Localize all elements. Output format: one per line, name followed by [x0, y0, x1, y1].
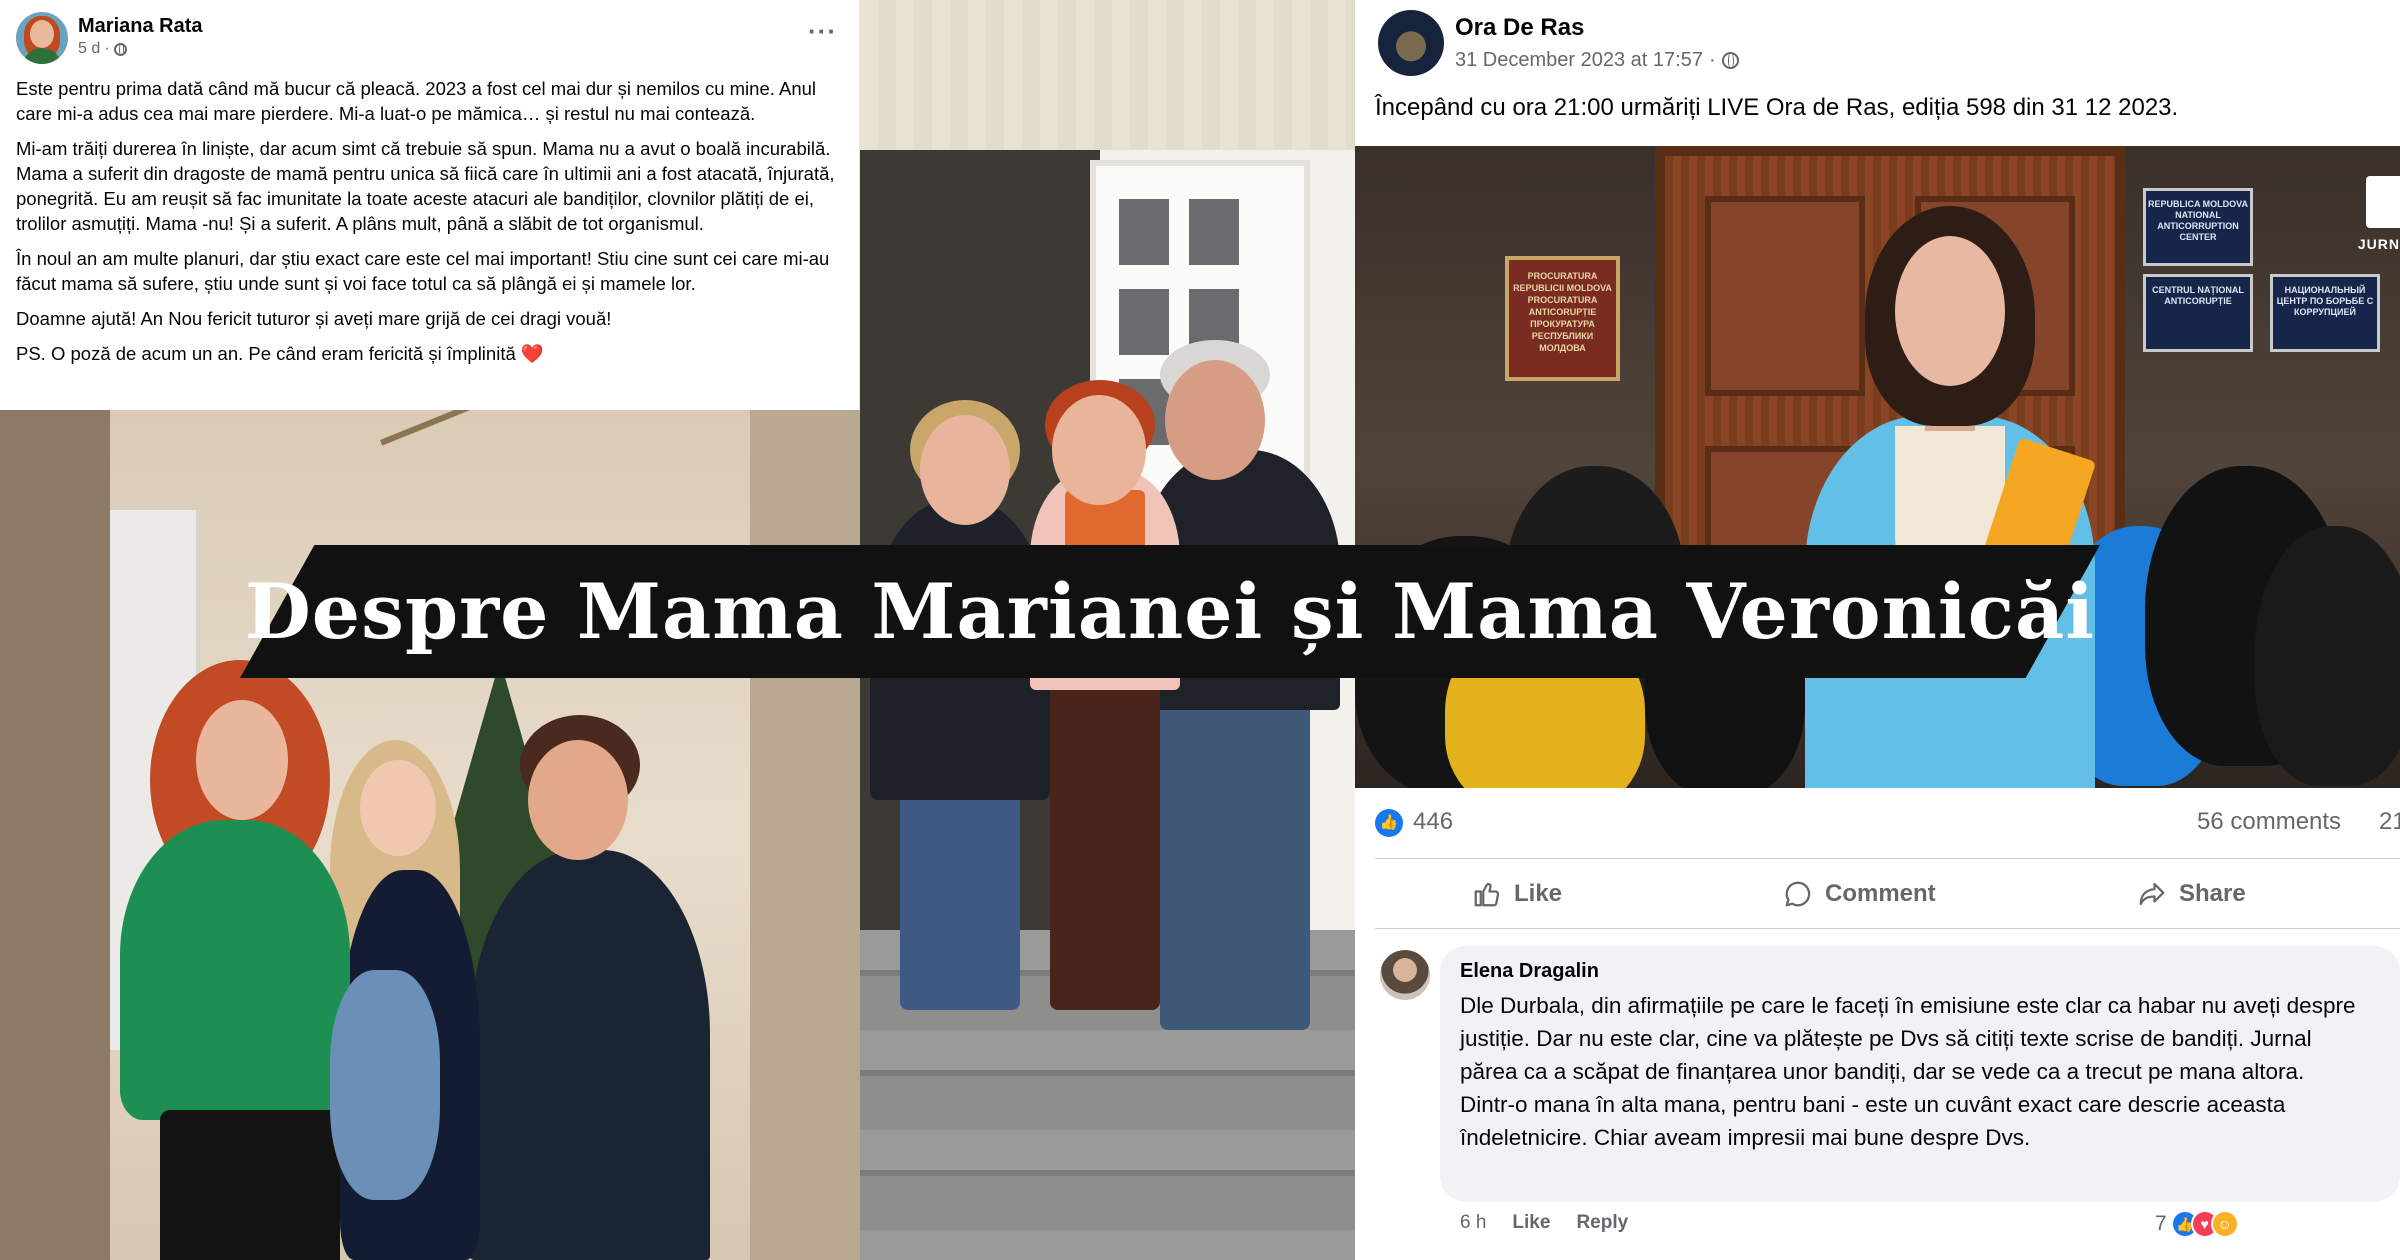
comment-icon [1785, 881, 1811, 907]
divider [1375, 928, 2400, 929]
post-body: Este pentru prima dată când mă bucur că … [16, 76, 846, 376]
like-label: Like [1514, 880, 1563, 907]
post-paragraph: Mi-am trăiți durerea în liniște, dar acu… [16, 138, 835, 234]
family-photo-christmas[interactable] [0, 410, 860, 1260]
jurnal-logo-icon [2366, 176, 2400, 228]
comment-time[interactable]: 6 h [1460, 1212, 1486, 1234]
post-image-anticorruption[interactable]: PROCURATURA REPUBLICII MOLDOVA PROCURATU… [1355, 146, 2400, 788]
post-meta: 5 d · [78, 40, 127, 58]
comment-meta: 6 h Like Reply [1460, 1212, 1628, 1234]
like-button[interactable]: Like [1472, 874, 1562, 914]
comment-button[interactable]: Comment [1783, 874, 1936, 914]
comment-author[interactable]: Elena Dragalin [1460, 960, 2380, 983]
comment-like-button[interactable]: Like [1512, 1212, 1550, 1234]
post-actions: Like Comment Share [1375, 866, 2400, 922]
comment-text: Dle Durbala, din afirmațiile pe care le … [1460, 993, 2356, 1150]
comment-reactions[interactable]: 7 👍 ♥ ☺ [2155, 1210, 2239, 1238]
plaque-procuratura: PROCURATURA REPUBLICII MOLDOVA PROCURATU… [1505, 256, 1620, 381]
comment-label: Comment [1825, 880, 1936, 907]
post-meta: 31 December 2023 at 17:57 · [1455, 49, 1739, 72]
globe-icon [113, 42, 127, 56]
heart-icon: ❤️ [520, 343, 544, 364]
haha-reaction-icon: ☺ [2210, 1210, 2239, 1238]
banner-title: Despre Mama Marianei și Mama Veronicăi [244, 567, 2096, 656]
plaque-cna: CENTRUL NAȚIONAL ANTICORUPȚIE [2143, 274, 2253, 352]
post-ps-text: PS. O poză de acum un an. Pe când eram f… [16, 343, 516, 364]
globe-icon [1721, 52, 1739, 69]
share-label: Share [2179, 880, 2246, 907]
plush-toy [330, 970, 440, 1200]
share-button[interactable]: Share [2137, 874, 2246, 914]
post-paragraph: Este pentru prima dată când mă bucur că … [16, 78, 817, 124]
facebook-post-mariana: Mariana Rata 5 d · ··· Este pentru prima… [0, 0, 860, 410]
logo-text: JURN [2357, 236, 2400, 252]
post-paragraph: Doamne ajută! An Nou fericit tuturor și … [16, 308, 612, 329]
plaque-cna-ru: НАЦИОНАЛЬНЫЙ ЦЕНТР ПО БОРЬБЕ С КОРРУПЦИЕ… [2270, 274, 2380, 352]
post-paragraph: PS. O poză de acum un an. Pe când eram f… [16, 341, 846, 366]
comment-reaction-count: 7 [2155, 1212, 2167, 1235]
post-timestamp[interactable]: 31 December 2023 at 17:57 [1455, 49, 1703, 72]
comment-count[interactable]: 56 comments [2197, 808, 2341, 836]
avatar[interactable] [1380, 950, 1430, 1000]
share-count[interactable]: 21 s [2379, 808, 2400, 836]
post-author[interactable]: Mariana Rata [78, 15, 203, 38]
post-text: Începând cu ora 21:00 urmăriți LIVE Ora … [1375, 94, 2179, 121]
post-stats: 👍 446 56 comments 21 s [1375, 806, 2400, 842]
like-reaction-icon: 👍 [1375, 809, 1403, 837]
comment-bubble: Elena Dragalin Dle Durbala, din afirmați… [1440, 946, 2400, 1202]
more-options-icon[interactable]: ··· [808, 16, 837, 47]
avatar[interactable] [1378, 10, 1444, 76]
thumbs-up-icon [1474, 883, 1500, 907]
plaque-nac: REPUBLICA MOLDOVA NATIONAL ANTICORRUPTIO… [2143, 188, 2253, 266]
post-time[interactable]: 5 d [78, 40, 100, 58]
divider [1375, 858, 2400, 859]
comment-reply-button[interactable]: Reply [1576, 1212, 1628, 1234]
post-paragraph: În noul an am multe planuri, dar știu ex… [16, 248, 830, 294]
avatar[interactable] [16, 12, 68, 64]
post-author[interactable]: Ora De Ras [1455, 14, 1584, 42]
share-icon [2139, 882, 2165, 906]
reaction-count[interactable]: 446 [1413, 808, 1453, 836]
